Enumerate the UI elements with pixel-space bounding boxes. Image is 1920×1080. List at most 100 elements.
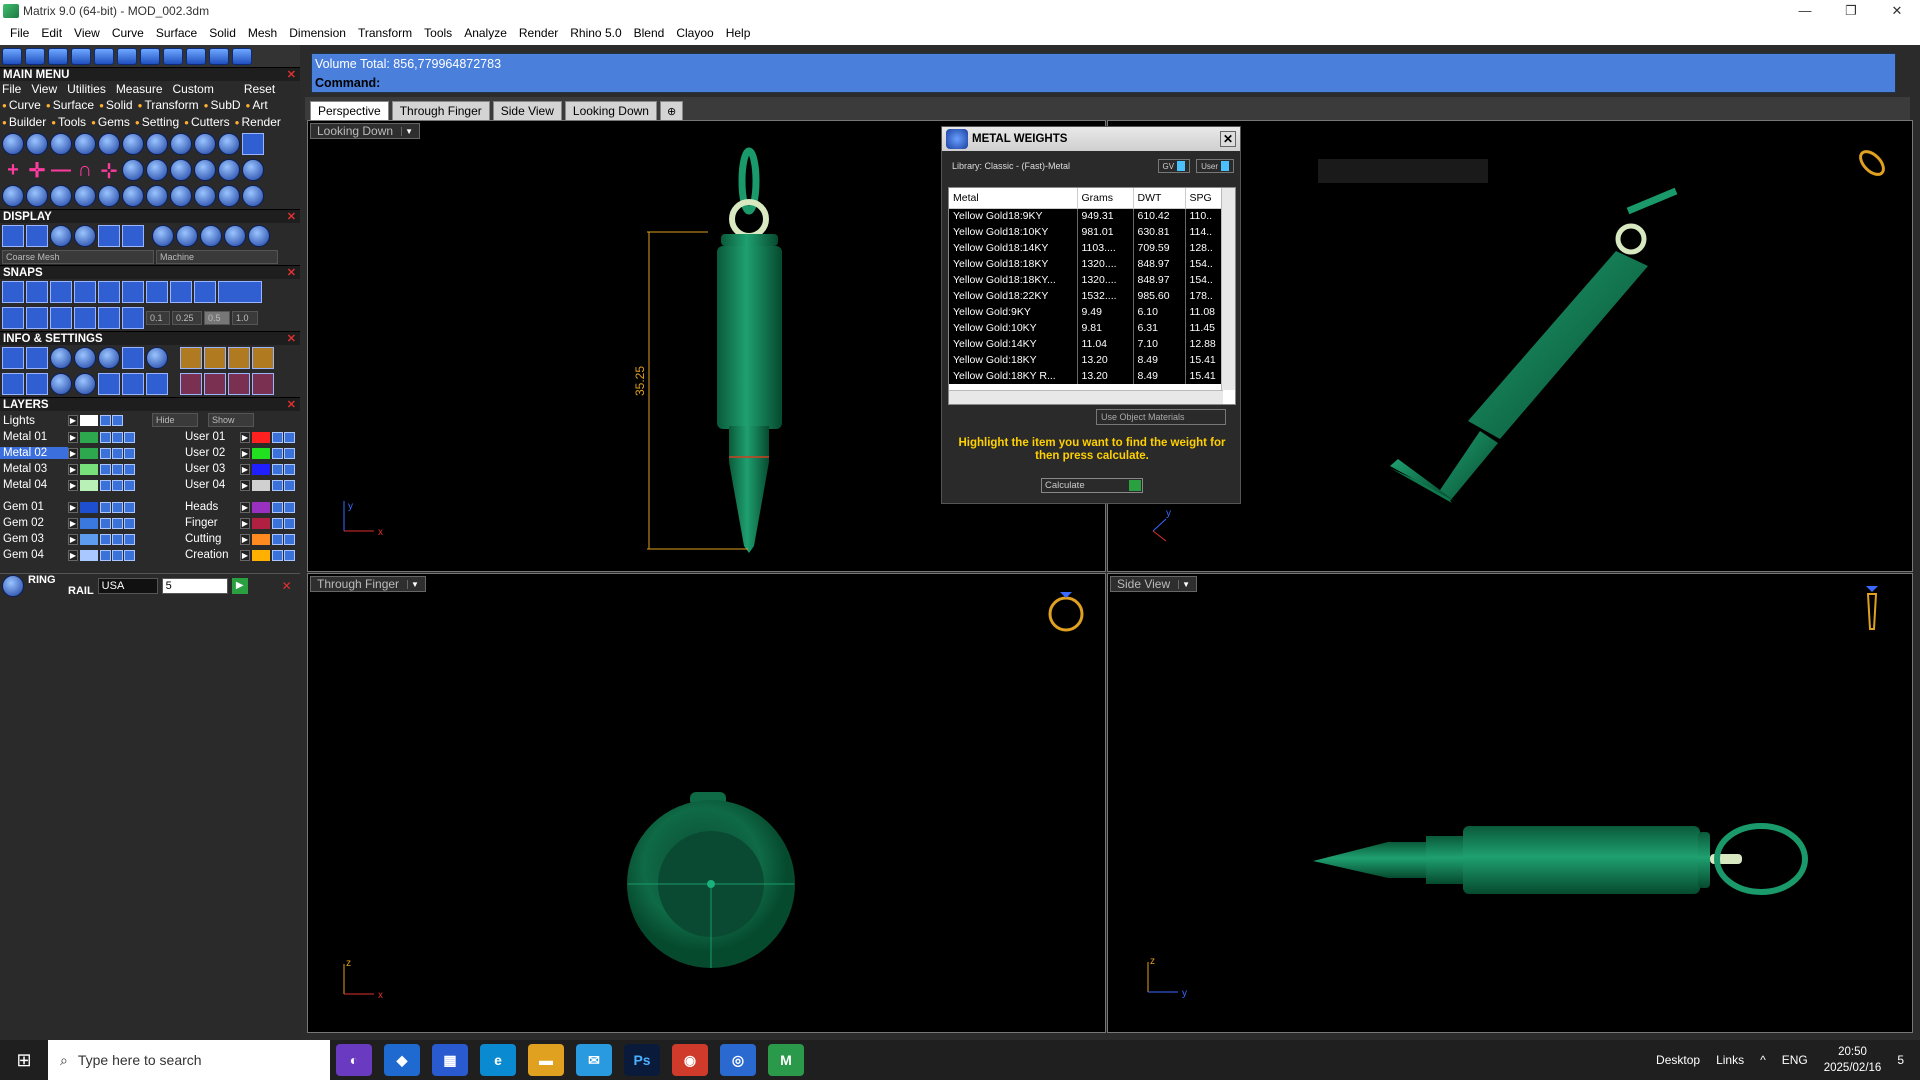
- layer-color-swatch[interactable]: [80, 501, 98, 513]
- expand-icon[interactable]: ▶: [240, 447, 250, 459]
- layer-color-swatch[interactable]: [252, 501, 270, 513]
- layer-color-swatch[interactable]: [252, 479, 270, 491]
- rendered-icon[interactable]: [50, 225, 72, 247]
- store-icon[interactable]: ▦: [432, 1044, 468, 1076]
- snap-value-3[interactable]: 1.0: [232, 311, 258, 325]
- flow-tool-icon[interactable]: [122, 185, 144, 207]
- tab-through-finger[interactable]: Through Finger: [391, 101, 490, 120]
- ring-icon[interactable]: [1048, 592, 1084, 632]
- mm-utilities[interactable]: Utilities: [67, 82, 106, 96]
- taper-tool-icon[interactable]: [218, 185, 240, 207]
- col-dwt[interactable]: DWT: [1133, 188, 1186, 209]
- loft-tool-icon[interactable]: [74, 133, 96, 155]
- layer-row[interactable]: Gem 02 ▶: [0, 515, 182, 531]
- snap-near-icon[interactable]: [26, 281, 48, 303]
- snap-tan-icon[interactable]: [170, 281, 192, 303]
- cat-art[interactable]: Art: [246, 97, 267, 114]
- blend-tool-icon[interactable]: [122, 133, 144, 155]
- cat-tools[interactable]: Tools: [51, 114, 86, 131]
- metal-row[interactable]: Yellow Gold18:14KY 1103.... 709.59 128..: [949, 240, 1223, 256]
- user-toggle[interactable]: User: [1196, 159, 1234, 173]
- expand-icon[interactable]: ▶: [68, 549, 78, 561]
- metal-row[interactable]: Yellow Gold18:10KY 981.01 630.81 114..: [949, 224, 1223, 240]
- expand-icon[interactable]: ▶: [68, 463, 78, 475]
- snap-end-icon[interactable]: [2, 281, 24, 303]
- point-tool-icon[interactable]: ⊹: [98, 159, 120, 182]
- menu-mesh[interactable]: Mesh: [242, 26, 283, 40]
- close-icon[interactable]: ✕: [287, 210, 296, 223]
- layer-row[interactable]: Gem 03 ▶: [0, 531, 182, 547]
- layer-row[interactable]: Gem 04 ▶: [0, 547, 182, 563]
- gem-tool-icon[interactable]: [170, 133, 192, 155]
- close-button[interactable]: ✕: [1874, 0, 1920, 21]
- circle-tool-icon[interactable]: [2, 133, 24, 155]
- layer-color-swatch[interactable]: [80, 463, 98, 475]
- expand-icon[interactable]: ▶: [68, 533, 78, 545]
- region-select[interactable]: USA: [97, 577, 158, 594]
- taskbar-search[interactable]: ⌕ Type here to search: [48, 1040, 330, 1080]
- printer-icon[interactable]: [50, 347, 72, 369]
- tab-side-view[interactable]: Side View: [492, 101, 562, 120]
- cat-cutters[interactable]: Cutters: [184, 114, 230, 131]
- app-icon[interactable]: ◆: [384, 1044, 420, 1076]
- line-tool-icon[interactable]: —: [50, 159, 72, 181]
- sweep-tool-icon[interactable]: [98, 133, 120, 155]
- material-dropdown[interactable]: Machine: [156, 250, 278, 264]
- layer-row[interactable]: Heads ▶: [182, 499, 300, 515]
- layer-color-swatch[interactable]: [80, 533, 98, 545]
- menu-rhino[interactable]: Rhino 5.0: [564, 26, 627, 40]
- material-2-icon[interactable]: [176, 225, 198, 247]
- plus-tool-icon[interactable]: +: [2, 159, 24, 181]
- lock-icon[interactable]: [272, 479, 283, 491]
- expand-icon[interactable]: ▶: [68, 447, 78, 459]
- menu-file[interactable]: File: [4, 26, 35, 40]
- snap-point-icon[interactable]: [50, 281, 72, 303]
- lock-icon[interactable]: [272, 517, 283, 529]
- viewport-label[interactable]: Looking Down ▼: [310, 123, 420, 139]
- print-icon[interactable]: [124, 533, 135, 545]
- visible-icon[interactable]: [112, 517, 123, 529]
- layer-row[interactable]: User 03 ▶: [182, 461, 300, 477]
- mesh-dropdown[interactable]: Coarse Mesh: [2, 250, 154, 264]
- measure-tool-icon[interactable]: [242, 159, 264, 181]
- tab-looking-down[interactable]: Looking Down: [564, 101, 657, 120]
- layout-icon[interactable]: [2, 373, 24, 395]
- visible-icon[interactable]: [112, 431, 123, 443]
- cat-subd[interactable]: SubD: [204, 97, 241, 114]
- metal-weight-icon[interactable]: [180, 347, 202, 369]
- rotate-tool-icon[interactable]: [26, 185, 48, 207]
- lock-icon[interactable]: [100, 501, 111, 513]
- layer-color-swatch[interactable]: [252, 431, 270, 443]
- material-3-icon[interactable]: [200, 225, 222, 247]
- horizontal-scrollbar[interactable]: [949, 390, 1223, 404]
- bend-tool-icon[interactable]: [170, 185, 192, 207]
- menu-analyze[interactable]: Analyze: [458, 26, 513, 40]
- pan-icon[interactable]: [140, 47, 160, 65]
- desktop-toolbar[interactable]: Desktop: [1656, 1053, 1700, 1067]
- cat-curve[interactable]: Curve: [2, 97, 41, 114]
- visible-icon[interactable]: [112, 463, 123, 475]
- wireframe-icon[interactable]: [2, 225, 24, 247]
- gumball-tool-icon[interactable]: [98, 185, 120, 207]
- snap-quad-icon[interactable]: [194, 281, 216, 303]
- chrome-icon[interactable]: ◉: [672, 1044, 708, 1076]
- cross-tool-icon[interactable]: ✛: [26, 159, 48, 182]
- expand-icon[interactable]: ▶: [68, 431, 78, 443]
- expand-icon[interactable]: ▶: [240, 549, 250, 561]
- expand-icon[interactable]: ▶: [240, 533, 250, 545]
- move-tool-icon[interactable]: [2, 185, 24, 207]
- hide-button[interactable]: Hide: [152, 413, 198, 427]
- close-icon[interactable]: ✕: [282, 579, 292, 593]
- expand-icon[interactable]: ▶: [240, 463, 250, 475]
- visible-icon[interactable]: [284, 431, 295, 443]
- snap-knot-icon[interactable]: [218, 281, 262, 303]
- ring-size-icon[interactable]: [242, 185, 264, 207]
- panel-tool-icon[interactable]: [242, 133, 264, 155]
- lock-icon[interactable]: [272, 533, 283, 545]
- layer-color-swatch[interactable]: [252, 517, 270, 529]
- print-icon[interactable]: [124, 463, 135, 475]
- col-metal[interactable]: Metal: [949, 188, 1078, 209]
- xray-icon[interactable]: [98, 225, 120, 247]
- calculate-button[interactable]: Calculate: [1041, 478, 1143, 493]
- visible-icon[interactable]: [284, 549, 295, 561]
